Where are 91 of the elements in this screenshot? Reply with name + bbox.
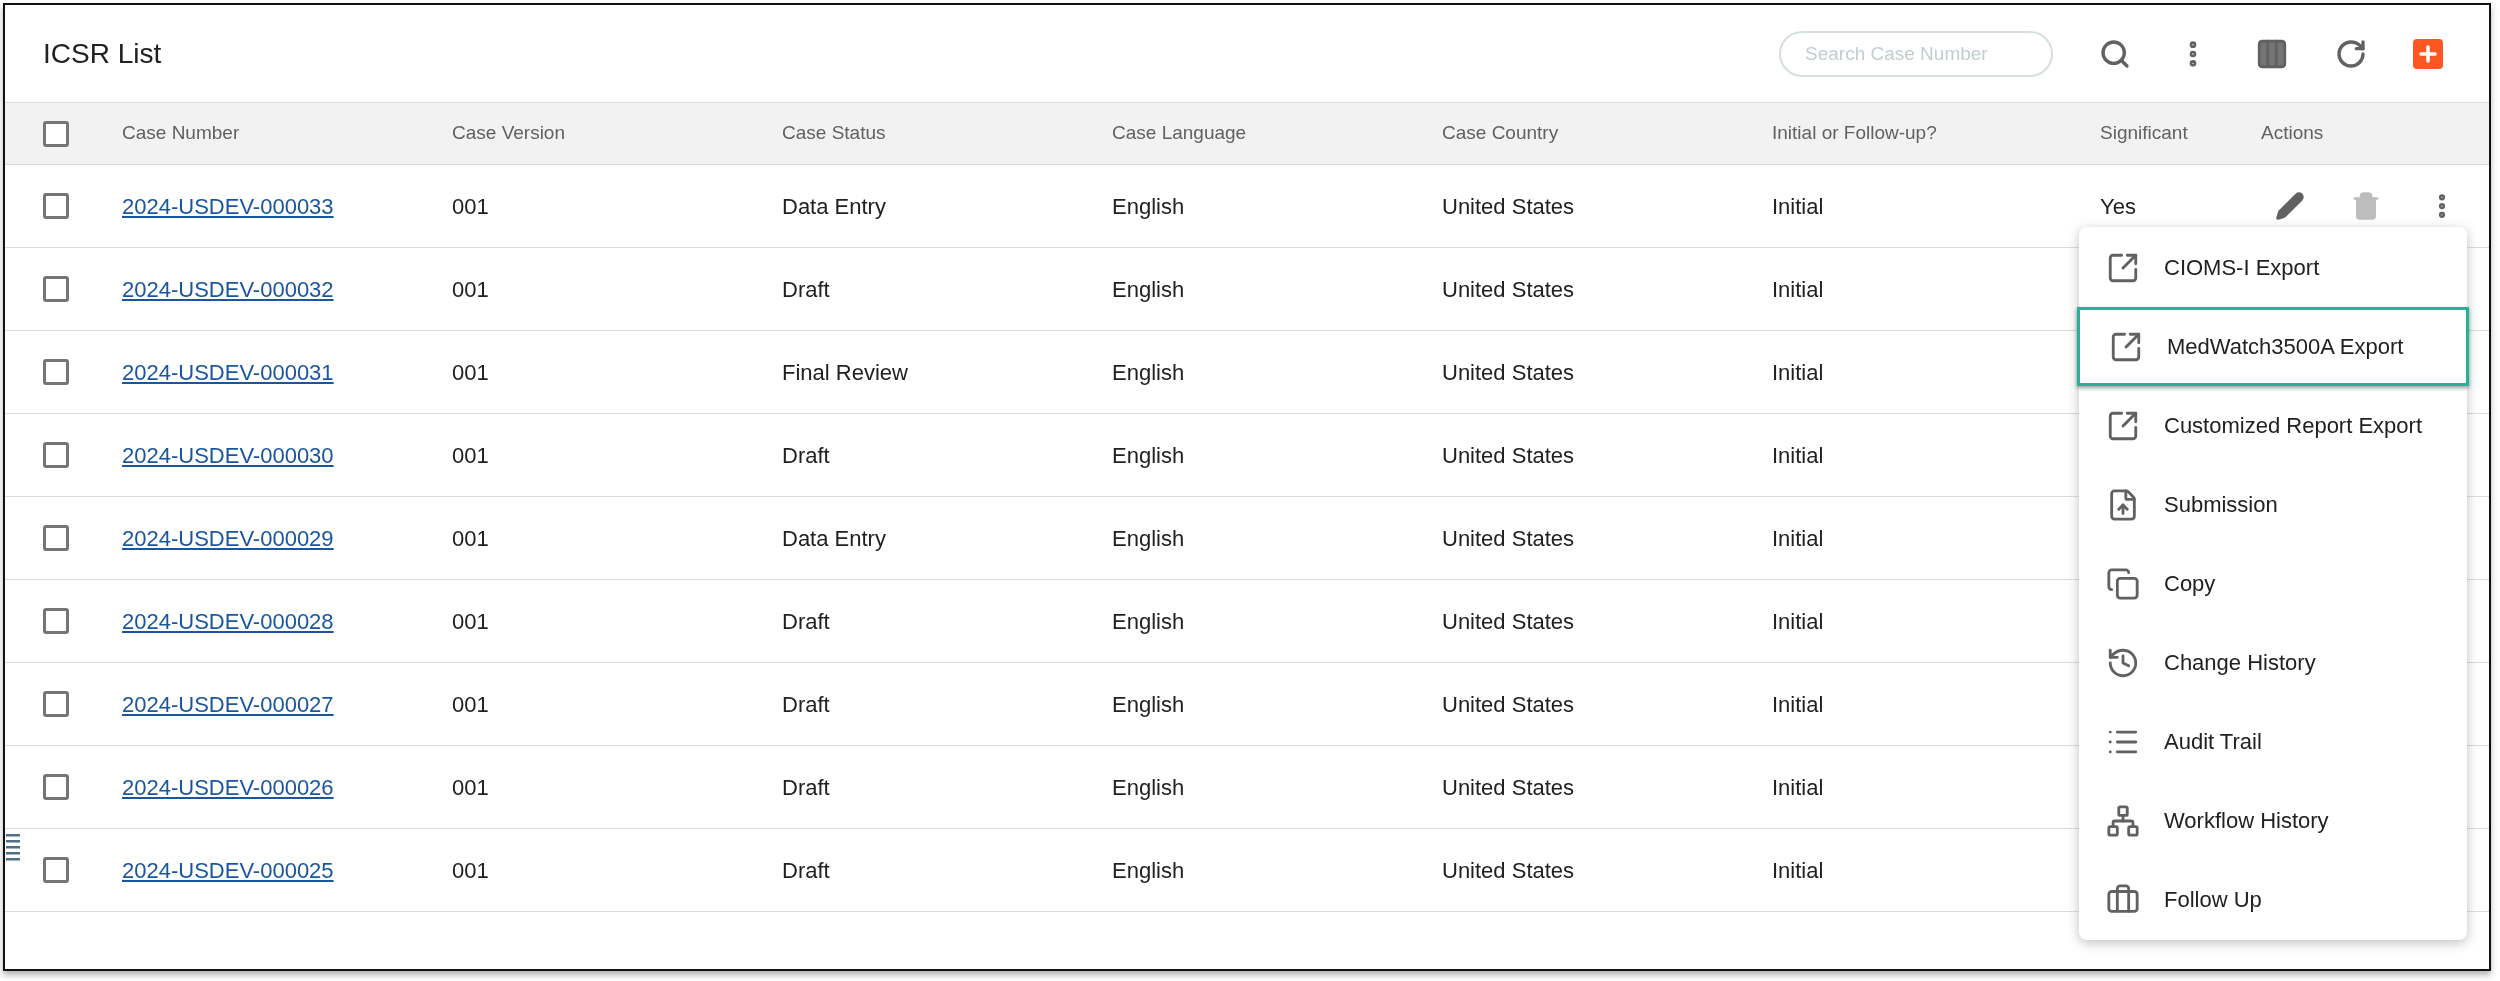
row-checkbox[interactable] bbox=[43, 525, 69, 551]
case-number-link[interactable]: 2024-USDEV-000033 bbox=[122, 189, 334, 223]
table-cell-text: 001 bbox=[452, 690, 489, 719]
table-cell-text: Initial bbox=[1772, 690, 1824, 719]
case-number-link[interactable]: 2024-USDEV-000032 bbox=[122, 272, 334, 306]
column-header: Case Status bbox=[782, 121, 887, 146]
menu-item[interactable]: Audit Trail bbox=[2079, 702, 2467, 781]
column-header: Actions bbox=[2261, 121, 2325, 146]
table-cell-text: Initial bbox=[1772, 441, 1824, 470]
search-icon[interactable] bbox=[2099, 37, 2131, 70]
case-number-link[interactable]: 2024-USDEV-000026 bbox=[122, 770, 334, 804]
table-cell-text: 001 bbox=[452, 192, 489, 221]
case-number-link[interactable]: 2024-USDEV-000025 bbox=[122, 853, 334, 887]
menu-item[interactable]: Follow Up bbox=[2079, 860, 2467, 939]
table-cell-text: English bbox=[1112, 192, 1185, 221]
select-all-checkbox[interactable] bbox=[43, 120, 69, 147]
column-header: Case Number bbox=[122, 121, 241, 146]
menu-item[interactable]: Workflow History bbox=[2079, 781, 2467, 860]
drag-handle-icon[interactable] bbox=[6, 832, 20, 862]
table-cell-text: United States bbox=[1442, 275, 1575, 304]
table-cell-text: Final Review bbox=[782, 358, 908, 387]
case-number-link[interactable]: 2024-USDEV-000030 bbox=[122, 438, 334, 472]
hierarchy-icon bbox=[2106, 803, 2140, 838]
table-cell-text: English bbox=[1112, 773, 1185, 802]
row-checkbox[interactable] bbox=[43, 193, 69, 219]
column-header: Case Version bbox=[452, 121, 566, 146]
menu-item[interactable]: Submission bbox=[2079, 465, 2467, 544]
row-checkbox[interactable] bbox=[43, 359, 69, 385]
row-checkbox[interactable] bbox=[43, 442, 69, 468]
table-cell-text: 001 bbox=[452, 524, 489, 553]
row-checkbox[interactable] bbox=[43, 691, 69, 717]
table-cell-text: United States bbox=[1442, 607, 1575, 636]
menu-item[interactable]: Copy bbox=[2079, 544, 2467, 623]
table-cell-text: Initial bbox=[1772, 358, 1824, 387]
menu-item[interactable]: Change History bbox=[2079, 623, 2467, 702]
column-header: Significant bbox=[2100, 121, 2189, 146]
copy-icon bbox=[2106, 566, 2140, 601]
table-cell-text: United States bbox=[1442, 690, 1575, 719]
table-cell-text: United States bbox=[1442, 192, 1575, 221]
table-cell-text: Data Entry bbox=[782, 192, 886, 221]
table-cell-text: United States bbox=[1442, 358, 1575, 387]
table-cell-text: 001 bbox=[452, 358, 489, 387]
table-cell-text: United States bbox=[1442, 441, 1575, 470]
table-cell-text: United States bbox=[1442, 773, 1575, 802]
table-cell-text: English bbox=[1112, 524, 1185, 553]
column-header: Case Language bbox=[1112, 121, 1248, 146]
case-number-link[interactable]: 2024-USDEV-000029 bbox=[122, 521, 334, 555]
table-cell-text: Initial bbox=[1772, 773, 1824, 802]
add-button[interactable] bbox=[2413, 38, 2443, 69]
table-cell-text: Draft bbox=[782, 441, 830, 470]
table-cell-text: 001 bbox=[452, 441, 489, 470]
table-cell-text: 001 bbox=[452, 773, 489, 802]
table-cell-text: English bbox=[1112, 856, 1185, 885]
table-cell-text: 001 bbox=[452, 856, 489, 885]
menu-item[interactable]: Customized Report Export bbox=[2079, 386, 2467, 465]
table-cell-text: Draft bbox=[782, 773, 830, 802]
table-cell-text: Initial bbox=[1772, 856, 1824, 885]
row-checkbox[interactable] bbox=[43, 608, 69, 634]
table-cell-text: English bbox=[1112, 607, 1185, 636]
menu-item[interactable]: MedWatch3500A Export bbox=[2077, 307, 2469, 386]
table-cell-text: Draft bbox=[782, 275, 830, 304]
table-cell-text: Draft bbox=[782, 690, 830, 719]
table-cell-text: Draft bbox=[782, 856, 830, 885]
case-number-link[interactable]: 2024-USDEV-000028 bbox=[122, 604, 334, 638]
table-cell-text: United States bbox=[1442, 524, 1575, 553]
table-cell-text: United States bbox=[1442, 856, 1575, 885]
table-cell-text: English bbox=[1112, 275, 1185, 304]
edit-icon[interactable] bbox=[2275, 191, 2305, 221]
row-checkbox[interactable] bbox=[43, 276, 69, 302]
table-cell-text: Draft bbox=[782, 607, 830, 636]
menu-item[interactable]: CIOMS-I Export bbox=[2079, 228, 2467, 307]
column-header: Case Country bbox=[1442, 121, 1560, 146]
column-header: Initial or Follow-up? bbox=[1772, 121, 1938, 146]
table-cell-text: Initial bbox=[1772, 275, 1824, 304]
table-cell-text: 001 bbox=[452, 607, 489, 636]
table-cell-text: Initial bbox=[1772, 192, 1824, 221]
row-checkbox[interactable] bbox=[43, 774, 69, 800]
table-cell-text: English bbox=[1112, 358, 1185, 387]
table-cell-text: Initial bbox=[1772, 607, 1824, 636]
row-checkbox[interactable] bbox=[43, 857, 69, 883]
table-cell-text: English bbox=[1112, 441, 1185, 470]
refresh-icon[interactable] bbox=[2335, 37, 2367, 70]
table-cell-text: English bbox=[1112, 690, 1185, 719]
table-cell-text: Initial bbox=[1772, 524, 1824, 553]
table-cell-text: 001 bbox=[452, 275, 489, 304]
search-field[interactable]: Search Case Number bbox=[1779, 30, 2053, 77]
table-cell-text: Yes bbox=[2100, 192, 2136, 221]
case-number-link[interactable]: 2024-USDEV-000027 bbox=[122, 687, 334, 721]
case-number-link[interactable]: 2024-USDEV-000031 bbox=[122, 355, 334, 389]
table-cell-text: Data Entry bbox=[782, 524, 886, 553]
page-title: ICSR List bbox=[43, 36, 162, 71]
